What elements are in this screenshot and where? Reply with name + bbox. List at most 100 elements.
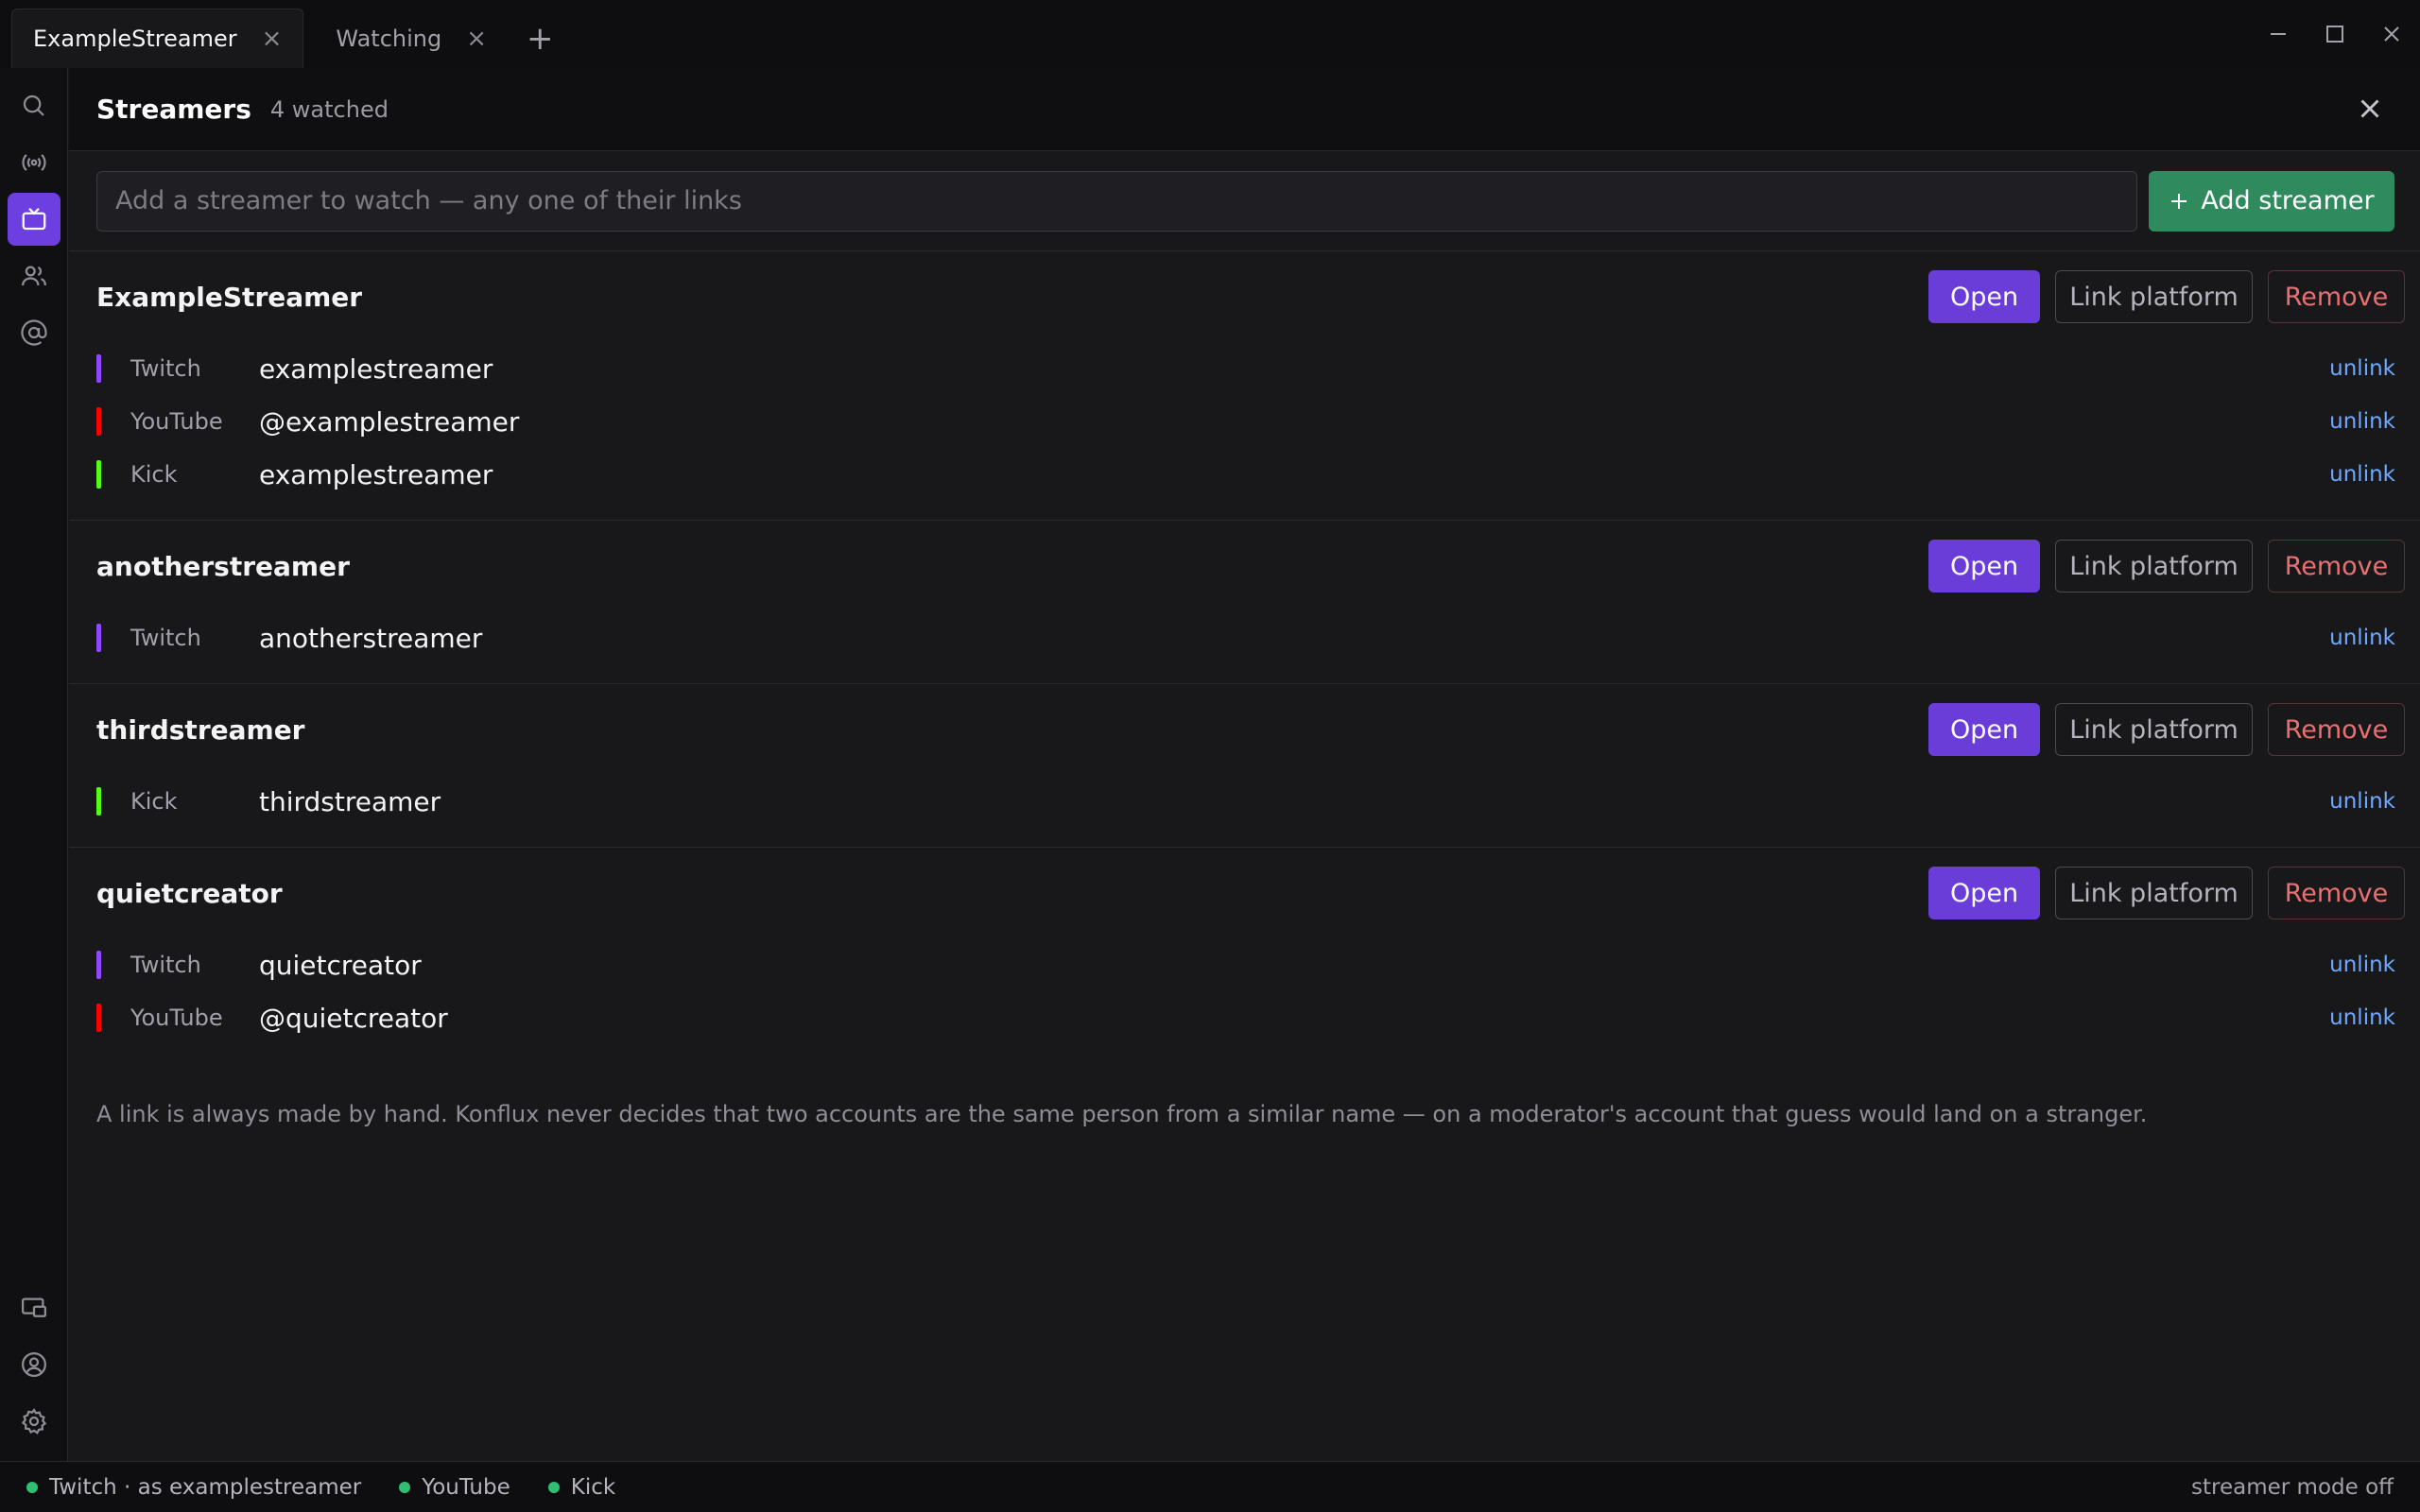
- tv-icon: [22, 207, 46, 231]
- streamers-panel: Streamers 4 watched Add streamer Example…: [69, 68, 2420, 1461]
- rail-account-button[interactable]: [8, 1338, 60, 1391]
- cast-icon: [22, 1297, 46, 1317]
- plus-icon: [2171, 193, 2187, 209]
- rail-mentions-button[interactable]: [8, 306, 60, 359]
- remove-button[interactable]: Remove: [2268, 540, 2405, 593]
- platform-handle: anotherstreamer: [259, 622, 483, 654]
- streamer-card: anotherstreamer Open Link platform Remov…: [69, 521, 2420, 684]
- gear-icon: [21, 1408, 47, 1435]
- twitch-color-bar: [96, 624, 101, 652]
- open-button[interactable]: Open: [1928, 540, 2040, 593]
- panel-close-icon[interactable]: [2354, 93, 2386, 125]
- link-platform-button[interactable]: Link platform: [2055, 703, 2253, 756]
- status-twitch[interactable]: Twitch · as examplestreamer: [26, 1475, 361, 1500]
- twitch-color-bar: [96, 354, 101, 383]
- title-bar: ExampleStreamer × Watching × +: [0, 0, 2420, 68]
- streamer-card: thirdstreamer Open Link platform Remove …: [69, 684, 2420, 848]
- status-youtube[interactable]: YouTube: [399, 1475, 510, 1500]
- platform-handle: quietcreator: [259, 949, 422, 981]
- twitch-color-bar: [96, 951, 101, 979]
- linking-note: A link is always made by hand. Konflux n…: [96, 1101, 2148, 1127]
- platform-handle: @examplestreamer: [259, 405, 520, 438]
- panel-header: Streamers 4 watched: [69, 68, 2420, 151]
- tab-label: ExampleStreamer: [33, 26, 237, 52]
- users-icon: [22, 266, 46, 286]
- platform-name: YouTube: [130, 408, 223, 435]
- streamer-name: ExampleStreamer: [96, 281, 363, 313]
- broadcast-icon: [22, 154, 46, 171]
- platform-name: Kick: [130, 461, 178, 488]
- youtube-color-bar: [96, 407, 101, 436]
- open-button[interactable]: Open: [1928, 867, 2040, 919]
- rail-search-button[interactable]: [8, 79, 60, 132]
- platform-row: Twitch quietcreator unlink: [96, 938, 2405, 991]
- close-icon[interactable]: ×: [262, 26, 283, 51]
- platform-handle: examplestreamer: [259, 458, 493, 490]
- unlink-link[interactable]: unlink: [2329, 1005, 2395, 1030]
- remove-button[interactable]: Remove: [2268, 703, 2405, 756]
- page-title: Streamers: [96, 94, 251, 125]
- rail-users-button[interactable]: [8, 249, 60, 302]
- streamer-name: thirdstreamer: [96, 713, 305, 746]
- platform-name: YouTube: [130, 1005, 223, 1031]
- remove-button[interactable]: Remove: [2268, 867, 2405, 919]
- tab-examplestreamer[interactable]: ExampleStreamer ×: [11, 9, 304, 68]
- platform-row: Kick thirdstreamer unlink: [96, 775, 2405, 828]
- watched-count: 4 watched: [269, 95, 389, 123]
- open-button[interactable]: Open: [1928, 703, 2040, 756]
- platform-row: Kick examplestreamer unlink: [96, 448, 2405, 501]
- platform-handle: @quietcreator: [259, 1002, 448, 1034]
- platform-name: Twitch: [130, 625, 201, 651]
- connected-dot-icon: [399, 1481, 411, 1493]
- rail-streamers-button[interactable]: [8, 193, 60, 246]
- close-icon[interactable]: ×: [466, 26, 487, 51]
- unlink-link[interactable]: unlink: [2329, 626, 2395, 650]
- platform-row: Twitch anotherstreamer unlink: [96, 611, 2405, 664]
- youtube-color-bar: [96, 1004, 101, 1032]
- link-platform-button[interactable]: Link platform: [2055, 867, 2253, 919]
- unlink-link[interactable]: unlink: [2329, 462, 2395, 487]
- connected-dot-icon: [26, 1481, 38, 1493]
- status-label: Twitch · as examplestreamer: [49, 1474, 362, 1500]
- platform-handle: examplestreamer: [259, 352, 493, 385]
- new-tab-button[interactable]: +: [508, 9, 573, 68]
- account-icon: [22, 1352, 46, 1377]
- tab-label: Watching: [336, 25, 442, 52]
- connected-dot-icon: [547, 1481, 560, 1493]
- add-streamer-bar: Add streamer: [69, 151, 2420, 251]
- link-platform-button[interactable]: Link platform: [2055, 540, 2253, 593]
- open-button[interactable]: Open: [1928, 270, 2040, 323]
- link-platform-button[interactable]: Link platform: [2055, 270, 2253, 323]
- unlink-link[interactable]: unlink: [2329, 953, 2395, 977]
- kick-color-bar: [96, 460, 101, 489]
- remove-button[interactable]: Remove: [2268, 270, 2405, 323]
- plus-icon: +: [527, 19, 554, 58]
- add-streamer-input[interactable]: [96, 170, 2137, 232]
- status-label: Kick: [570, 1474, 616, 1500]
- add-streamer-label: Add streamer: [2201, 186, 2375, 215]
- unlink-link[interactable]: unlink: [2329, 789, 2395, 814]
- maximize-icon[interactable]: [2307, 24, 2363, 44]
- status-bar: Twitch · as examplestreamer YouTube Kick…: [0, 1461, 2420, 1512]
- rail-settings-button[interactable]: [8, 1395, 60, 1448]
- window-close-icon[interactable]: [2363, 24, 2420, 44]
- streamer-name: quietcreator: [96, 877, 283, 909]
- window-controls: [2250, 0, 2420, 68]
- left-rail: [0, 68, 68, 1461]
- rail-popout-button[interactable]: [8, 1281, 60, 1334]
- platform-row: YouTube @quietcreator unlink: [96, 991, 2405, 1044]
- tab-watching[interactable]: Watching ×: [315, 9, 508, 68]
- platform-row: Twitch examplestreamer unlink: [96, 342, 2405, 395]
- unlink-link[interactable]: unlink: [2329, 356, 2395, 381]
- streamer-mode-toggle[interactable]: streamer mode off: [2191, 1475, 2394, 1500]
- rail-live-button[interactable]: [8, 136, 60, 189]
- platform-handle: thirdstreamer: [259, 785, 441, 817]
- status-kick[interactable]: Kick: [547, 1474, 616, 1500]
- add-streamer-button[interactable]: Add streamer: [2149, 170, 2394, 232]
- minimize-icon[interactable]: [2250, 24, 2307, 44]
- streamer-card: ExampleStreamer Open Link platform Remov…: [69, 251, 2420, 521]
- platform-name: Kick: [130, 788, 178, 815]
- unlink-link[interactable]: unlink: [2329, 409, 2395, 434]
- status-label: YouTube: [422, 1474, 510, 1500]
- streamer-card: quietcreator Open Link platform Remove T…: [69, 848, 2420, 1063]
